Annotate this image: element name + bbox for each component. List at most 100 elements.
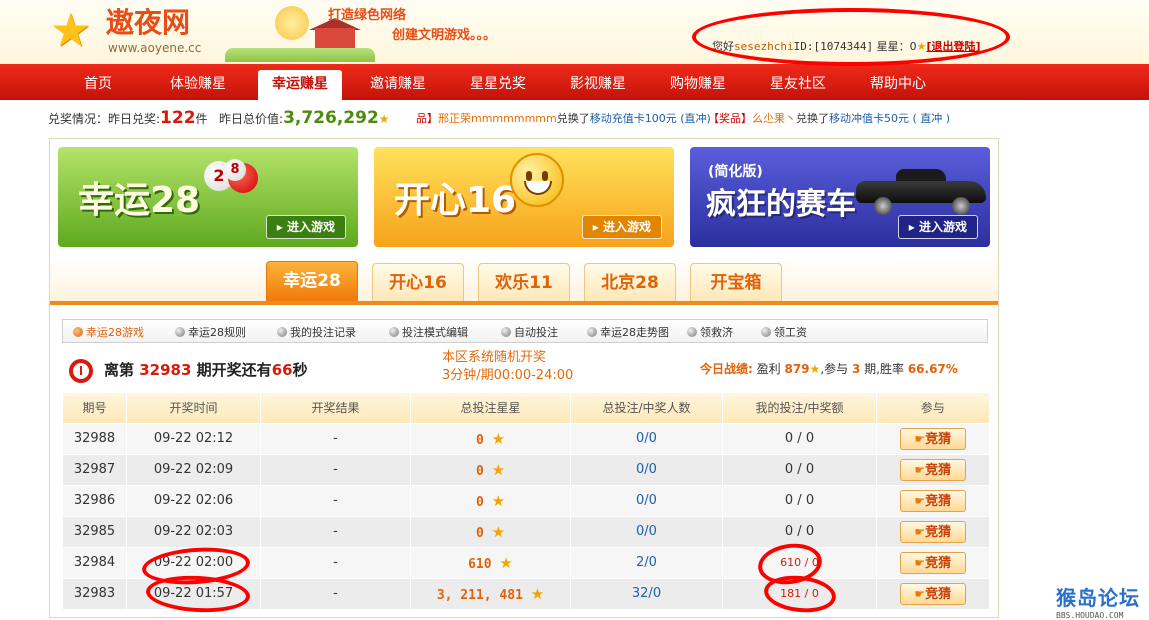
stars-value: 0 (909, 40, 917, 53)
nav-item-help[interactable]: 帮助中心 (870, 73, 926, 93)
guess-button[interactable]: ☛竞猜 (899, 489, 966, 512)
subnav-auto-bet[interactable]: 自动投注 (501, 324, 558, 340)
tab-treasure-box[interactable]: 开宝箱 (690, 263, 782, 301)
join-unit: 期,胜率 (864, 362, 904, 376)
alarm-clock-icon (66, 357, 96, 383)
star-icon: ★ (809, 362, 821, 376)
subnav-lucky28-game[interactable]: 幸运28游戏 (73, 324, 144, 340)
subnav-rules[interactable]: 幸运28规则 (175, 324, 246, 340)
profit-label: 盈利 (756, 362, 781, 376)
subnav-salary[interactable]: 领工资 (761, 324, 807, 340)
cell-total-bet: 0 ★ (410, 484, 571, 516)
subnav-relief[interactable]: 领救济 (687, 324, 733, 340)
cell-period: 32984 (62, 546, 127, 578)
cell-action: ☛竞猜 (876, 515, 989, 547)
exchange-total-label: 昨日总价值: (219, 112, 284, 126)
tab-happy16[interactable]: 开心16 (372, 263, 464, 301)
cell-result: - (260, 515, 411, 547)
grass-decoration (225, 48, 375, 62)
nav-item-redeem[interactable]: 星星兑奖 (470, 73, 526, 93)
watermark-text: 猴岛论坛 (1056, 586, 1140, 610)
cell-people[interactable]: 2/0 (570, 546, 723, 578)
cell-my-bet: 0 / 0 (722, 453, 877, 485)
clock-hand (80, 366, 82, 375)
guess-button[interactable]: ☛竞猜 (899, 427, 966, 450)
star-icon: ★ (499, 553, 513, 572)
cell-time: 09-22 02:06 (126, 484, 261, 516)
nav-item-home[interactable]: 首页 (84, 73, 112, 93)
guess-label: 竞猜 (925, 586, 952, 602)
nav-item-trial[interactable]: 体验赚星 (170, 73, 226, 93)
stars-label: 星星： (876, 40, 910, 53)
exchange-count: 122 (160, 108, 196, 128)
cell-people[interactable]: 32/0 (570, 577, 723, 609)
table-row: 32986 09-22 02:06 - 0 ★ 0/0 0 / 0 ☛竞猜 (62, 484, 989, 516)
news-item[interactable]: 品】邢正荣mmmmmmmm兑换了移动充值卡100元 (直冲) (416, 110, 711, 126)
subnav-bet-modes[interactable]: 投注模式编辑 (389, 324, 468, 340)
banner-happy16[interactable]: 开心16 ▸ 进入游戏 (374, 147, 674, 247)
cell-people[interactable]: 0/0 (570, 453, 723, 485)
news-action: 兑换了 (556, 112, 590, 125)
subnav-label: 幸运28游戏 (86, 326, 144, 339)
bullet-icon (277, 327, 287, 337)
guess-button[interactable]: ☛竞猜 (899, 458, 966, 481)
guess-button[interactable]: ☛竞猜 (899, 582, 966, 605)
tab-joy11[interactable]: 欢乐11 (478, 263, 570, 301)
site-logo[interactable]: ★ 遨夜网 www.aoyene.cc (50, 4, 220, 60)
cell-people[interactable]: 0/0 (570, 484, 723, 516)
nav-item-shopping[interactable]: 购物赚星 (670, 73, 726, 93)
banner-crazy-racing[interactable]: (简化版) 疯狂的赛车 ▸ 进入游戏 (690, 147, 990, 247)
nav-item-video[interactable]: 影视赚星 (570, 73, 626, 93)
cell-time: 09-22 02:03 (126, 515, 261, 547)
star-icon: ★ (491, 491, 506, 510)
countdown-period: 32983 (139, 361, 192, 379)
enter-game-button[interactable]: ▸ 进入游戏 (581, 215, 662, 239)
system-info: 本区系统随机开奖 3分钟/期00:00-24:00 (442, 349, 573, 385)
system-info-line-1: 本区系统随机开奖 (442, 350, 547, 365)
column-header: 参与 (876, 393, 989, 423)
car-icon (856, 163, 986, 215)
news-product: 移动充值卡100元 (直冲) (589, 112, 711, 125)
banner-lucky28[interactable]: 幸运28 2 8 ▸ 进入游戏 (58, 147, 358, 247)
enter-game-label: 进入游戏 (918, 220, 967, 234)
greeting: 您好 (712, 40, 734, 53)
star-icon: ★ (491, 460, 506, 479)
news-item[interactable]: 【奖品】么尐果丶兑换了移动冲值卡50元 ( 直冲 ) (708, 110, 950, 126)
exchange-summary: 兑奖情况：昨日兑奖:122件 昨日总价值:3,726,292★ (48, 108, 390, 128)
subnav-trend-chart[interactable]: 幸运28走势图 (587, 324, 669, 340)
exchange-total: 3,726,292 (283, 108, 379, 128)
cell-time: 09-22 02:09 (126, 453, 261, 485)
cell-total-bet: 0 ★ (410, 453, 571, 485)
subnav-my-bets[interactable]: 我的投注记录 (277, 324, 356, 340)
cell-people[interactable]: 0/0 (570, 515, 723, 547)
enter-game-button[interactable]: ▸ 进入游戏 (897, 215, 978, 239)
hand-icon: ☛ (914, 555, 926, 570)
star-icon: ★ (491, 429, 506, 448)
cell-result: - (260, 484, 411, 516)
nav-item-community[interactable]: 星友社区 (770, 73, 826, 93)
enter-game-button[interactable]: ▸ 进入游戏 (265, 215, 346, 239)
hand-icon: ☛ (914, 493, 926, 508)
nav-item-lucky[interactable]: 幸运赚星 (258, 70, 342, 100)
cell-result: - (260, 546, 411, 578)
news-name: 么尐果丶 (752, 112, 796, 125)
cell-my-bet: 0 / 0 (722, 515, 877, 547)
bullet-icon (587, 327, 597, 337)
cell-my-bet: 181 / 0 (722, 577, 877, 609)
join-value: 3 (851, 362, 861, 376)
cell-action: ☛竞猜 (876, 422, 989, 454)
subnav-label: 领工资 (774, 326, 807, 339)
join-label: ,参与 (820, 362, 849, 376)
nav-item-invite[interactable]: 邀请赚星 (370, 73, 426, 93)
draw-history-table: 期号 开奖时间 开奖结果 总投注星星 总投注/中奖人数 我的投注/中奖额 参与 … (62, 393, 989, 609)
tab-lucky28[interactable]: 幸运28 (266, 261, 358, 301)
star-icon: ★ (530, 584, 545, 603)
cell-total-bet: 3, 211, 481 ★ (410, 577, 571, 609)
cell-time: 09-22 01:57 (126, 577, 261, 609)
guess-button[interactable]: ☛竞猜 (899, 520, 966, 543)
user-id-label: ID: (793, 40, 814, 53)
tab-beijing28[interactable]: 北京28 (584, 263, 676, 301)
cell-people[interactable]: 0/0 (570, 422, 723, 454)
guess-button[interactable]: ☛竞猜 (899, 551, 966, 574)
logout-link[interactable]: [退出登陆] (926, 40, 980, 53)
